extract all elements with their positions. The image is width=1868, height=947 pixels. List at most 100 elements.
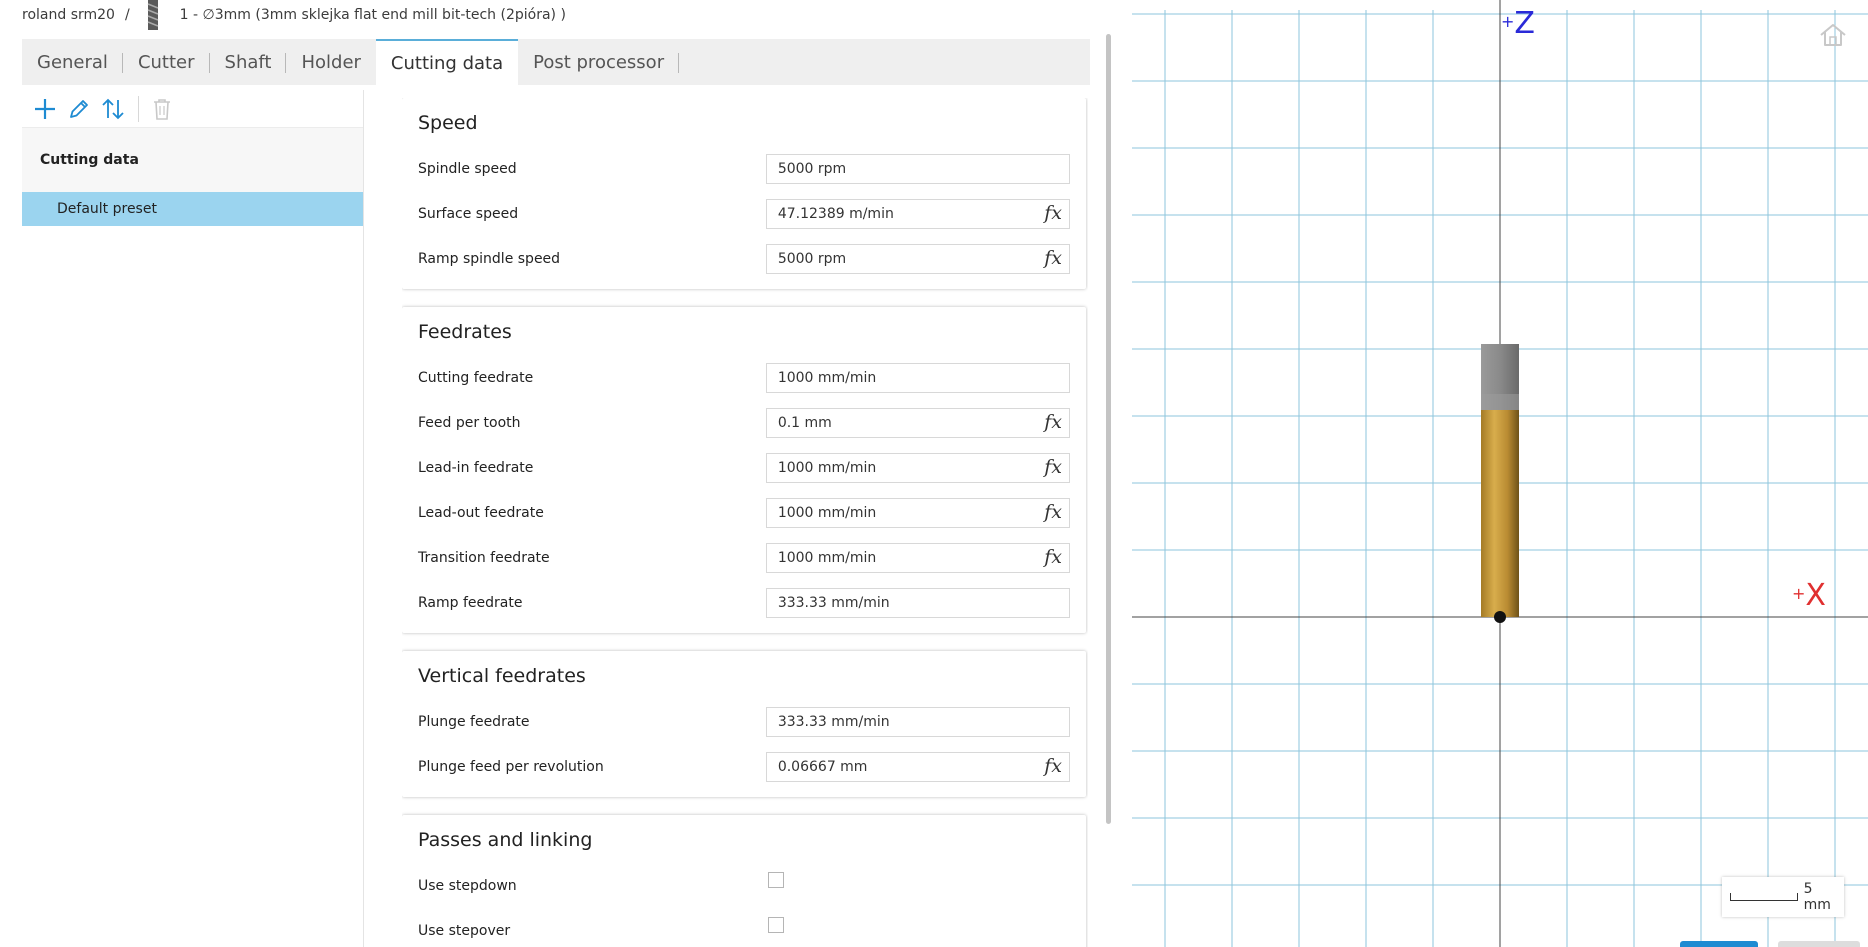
tab-holder[interactable]: Holder [286, 39, 375, 85]
spindle-speed-field[interactable]: 5000 rpm [765, 153, 1070, 184]
speed-section: Speed Spindle speed 5000 rpm Surface spe… [402, 98, 1086, 289]
field-value: 5000 rpm [777, 160, 847, 177]
field-label: Use stepover [418, 922, 511, 939]
cutting-feedrate-field[interactable]: 1000 mm/min [765, 362, 1070, 393]
tab-label: Holder [301, 51, 361, 73]
use-stepover-checkbox[interactable] [768, 916, 784, 933]
tab-label: Shaft [224, 51, 272, 73]
ramp-spindle-speed-row: Ramp spindle speed 5000 rpm fx [418, 236, 1070, 281]
breadcrumb-machine[interactable]: roland srm20 [22, 7, 115, 23]
field-label: Ramp feedrate [418, 594, 523, 611]
trash-icon [154, 98, 170, 120]
fx-formula-button[interactable]: fx [1044, 546, 1062, 568]
tool-model [1481, 344, 1519, 623]
transition-feedrate-row: Transition feedrate 1000 mm/min fx [418, 535, 1070, 580]
section-title: Speed [418, 112, 478, 134]
tab-post-processor[interactable]: Post processor [518, 39, 680, 85]
use-stepdown-checkbox[interactable] [768, 871, 784, 888]
field-label: Surface speed [418, 205, 519, 222]
field-label: Ramp spindle speed [418, 250, 561, 267]
spindle-speed-row: Spindle speed 5000 rpm [418, 146, 1070, 191]
fx-formula-button[interactable]: fx [1044, 501, 1062, 523]
use-stepdown-row: Use stepdown [418, 863, 1070, 908]
home-icon[interactable] [1818, 22, 1848, 48]
field-value: 5000 rpm [777, 250, 847, 267]
lead-out-feedrate-field[interactable]: 1000 mm/min fx [765, 497, 1070, 528]
ok-button[interactable] [1680, 941, 1758, 947]
sort-arrows-icon [102, 98, 124, 119]
field-label: Lead-out feedrate [418, 504, 544, 521]
passes-linking-section: Passes and linking Use stepdown Use step… [402, 815, 1086, 947]
lead-out-feedrate-row: Lead-out feedrate 1000 mm/min fx [418, 490, 1070, 535]
tool-body-shape [1481, 410, 1519, 617]
field-label: Cutting feedrate [418, 369, 534, 386]
fx-formula-button[interactable]: fx [1044, 202, 1062, 224]
vertical-feedrates-section: Vertical feedrates Plunge feedrate 333.3… [402, 651, 1086, 797]
preset-panel: Cutting data Default preset [22, 90, 364, 947]
field-label: Feed per tooth [418, 414, 521, 431]
tree-item-default-preset[interactable]: Default preset [22, 192, 363, 226]
field-value: 0.06667 mm [777, 758, 868, 775]
feed-per-tooth-field[interactable]: 0.1 mm fx [765, 407, 1070, 438]
feed-per-tooth-row: Feed per tooth 0.1 mm fx [418, 400, 1070, 445]
tree-header: Cutting data [22, 128, 363, 192]
plunge-feed-per-revolution-row: Plunge feed per revolution 0.06667 mm fx [418, 744, 1070, 789]
pencil-icon [70, 99, 88, 118]
ramp-feedrate-row: Ramp feedrate 333.33 mm/min [418, 580, 1070, 625]
scale-label: 5 mm [1803, 881, 1831, 913]
fx-formula-button[interactable]: fx [1044, 411, 1062, 433]
field-value: 47.12389 m/min [777, 205, 894, 222]
breadcrumb-separator: / [124, 7, 130, 23]
surface-speed-field[interactable]: 47.12389 m/min fx [765, 198, 1070, 229]
field-label: Plunge feedrate [418, 713, 530, 730]
field-value: 333.33 mm/min [777, 594, 890, 611]
tool-origin-point [1494, 611, 1506, 623]
edit-preset-button[interactable] [62, 93, 96, 125]
tab-bar: General Cutter Shaft Holder Cutting data… [22, 39, 1090, 85]
plunge-feedrate-row: Plunge feedrate 333.33 mm/min [418, 699, 1070, 744]
sort-presets-button[interactable] [96, 93, 130, 125]
fx-formula-button[interactable]: fx [1044, 755, 1062, 777]
field-value: 1000 mm/min [777, 504, 877, 521]
field-label: Transition feedrate [418, 549, 550, 566]
section-title: Vertical feedrates [418, 665, 586, 687]
tab-label: Cutting data [390, 52, 504, 74]
plunge-feedrate-field[interactable]: 333.33 mm/min [765, 706, 1070, 737]
breadcrumb-tool: 1 - ∅3mm (3mm sklejka flat end mill bit-… [179, 7, 566, 23]
ramp-feedrate-field[interactable]: 333.33 mm/min [765, 587, 1070, 618]
cutting-data-form: Speed Spindle speed 5000 rpm Surface spe… [402, 98, 1088, 947]
field-value: 0.1 mm [777, 414, 832, 431]
preset-toolbar [22, 90, 363, 128]
field-value: 333.33 mm/min [777, 713, 890, 730]
scale-bar [1730, 893, 1798, 901]
section-title: Passes and linking [418, 829, 593, 851]
tab-shaft[interactable]: Shaft [210, 39, 287, 85]
field-label: Plunge feed per revolution [418, 758, 604, 775]
ramp-spindle-speed-field[interactable]: 5000 rpm fx [765, 243, 1070, 274]
breadcrumb: roland srm20 / 1 - ∅3mm (3mm sklejka fla… [22, 0, 566, 30]
field-value: 1000 mm/min [777, 459, 877, 476]
grid-canvas [1132, 0, 1868, 947]
tab-general[interactable]: General [22, 39, 123, 85]
cancel-button[interactable] [1778, 941, 1860, 947]
lead-in-feedrate-field[interactable]: 1000 mm/min fx [765, 452, 1070, 483]
tab-cutter[interactable]: Cutter [123, 39, 210, 85]
tool-preview-viewport[interactable]: +Z +X 5 mm [1132, 0, 1868, 947]
form-scrollbar[interactable] [1106, 34, 1111, 824]
field-label: Lead-in feedrate [418, 459, 534, 476]
fx-formula-button[interactable]: fx [1044, 456, 1062, 478]
tab-cutting-data[interactable]: Cutting data [375, 39, 519, 85]
plunge-feed-per-revolution-field[interactable]: 0.06667 mm fx [765, 751, 1070, 782]
feedrates-section: Feedrates Cutting feedrate 1000 mm/min F… [402, 307, 1086, 633]
scale-indicator: 5 mm [1722, 877, 1844, 917]
transition-feedrate-field[interactable]: 1000 mm/min fx [765, 542, 1070, 573]
delete-preset-button[interactable] [145, 93, 179, 125]
tab-label: Post processor [533, 51, 665, 73]
fx-formula-button[interactable]: fx [1044, 247, 1062, 269]
field-label: Spindle speed [418, 160, 517, 177]
section-title: Feedrates [418, 321, 512, 343]
add-preset-button[interactable] [28, 93, 62, 125]
tab-label: Cutter [137, 51, 195, 73]
end-mill-thumbnail-icon [146, 0, 160, 30]
surface-speed-row: Surface speed 47.12389 m/min fx [418, 191, 1070, 236]
